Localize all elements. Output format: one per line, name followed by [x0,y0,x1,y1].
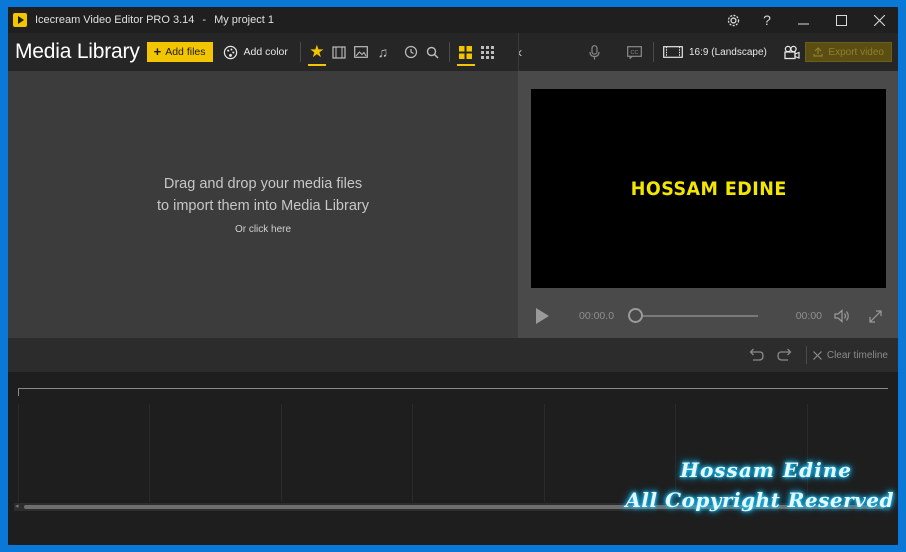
timeline-grid-line [544,404,545,502]
project-title: My project 1 [214,14,274,26]
watermark: Hossam Edine All Copyright Reserved [625,455,894,515]
preview-toolbar: CC 16:9 (Landscape) Export video [518,33,898,71]
add-files-label: Add files [165,46,206,58]
title-bar: Icecream Video Editor PRO 3.14 - My proj… [8,7,898,33]
drop-hint-line2: to import them into Media Library [157,198,369,214]
video-icon[interactable] [328,41,350,63]
microphone-icon[interactable] [583,41,605,63]
help-button[interactable]: ? [750,7,784,33]
timeline-grid-line [149,404,150,502]
clear-x-icon [812,350,822,360]
seek-bar[interactable] [630,315,758,317]
image-icon[interactable] [350,41,372,63]
undo-icon[interactable] [742,343,770,367]
total-time: 00:00 [795,310,822,322]
redo-icon[interactable] [772,343,800,367]
recent-icon[interactable] [400,41,422,63]
gear-icon[interactable] [716,7,750,33]
seek-handle[interactable] [628,308,643,323]
grid-small-icon[interactable] [477,41,499,63]
toolbar-divider [299,42,301,62]
export-icon [813,47,824,57]
search-icon[interactable] [422,41,444,63]
timeline-grid-line [412,404,413,502]
close-button[interactable] [860,7,898,33]
video-title-text: HOSSAM EDINE [630,177,787,200]
timeline-toolbar: Clear timeline [8,338,898,372]
media-library-title: Media Library [15,40,140,63]
timeline-divider [805,346,807,364]
add-color-label: Add color [243,46,288,58]
music-icon[interactable]: ♫ [372,41,394,63]
svg-text:CC: CC [630,50,638,56]
play-icon[interactable] [536,308,549,324]
toolbar-divider [653,42,654,62]
subtitles-icon[interactable]: CC [623,41,645,63]
clear-timeline-button[interactable]: Clear timeline [812,349,888,361]
favorites-star-icon[interactable]: ★ [306,41,328,66]
palette-icon [223,45,237,59]
clear-timeline-label: Clear timeline [826,349,888,361]
plus-icon: + [153,44,162,59]
minimize-button[interactable] [784,7,822,33]
add-files-button[interactable]: + Add files [146,42,213,62]
volume-icon[interactable] [832,305,854,327]
webcam-record-icon[interactable] [781,41,803,63]
current-time: 00:00.0 [579,310,615,322]
export-video-label: Export video [828,46,884,58]
watermark-line2: All Copyright Reserved [625,488,894,512]
preview-panel: HOSSAM EDINE 00:00.0 00:00 [518,71,898,338]
timeline-grid-line [18,404,19,502]
add-color-button[interactable]: Add color [223,45,288,60]
title-separator: - [202,14,207,26]
filmstrip-icon [663,46,683,58]
scroll-left-arrow-icon[interactable]: ◂ [15,503,21,511]
media-drop-zone[interactable]: Drag and drop your media files to import… [8,71,518,338]
app-logo-icon [13,13,27,27]
timeline-ruler [18,388,888,389]
fullscreen-icon[interactable] [864,305,886,327]
maximize-button[interactable] [822,7,860,33]
main-toolbar: Media Library + Add files Add color ★ ♫ [8,33,898,71]
aspect-ratio-selector[interactable]: 16:9 (Landscape) [663,46,767,58]
aspect-ratio-label: 16:9 (Landscape) [689,46,767,58]
video-preview[interactable]: HOSSAM EDINE [531,89,886,288]
timeline-ruler-start-tick [18,388,19,396]
drop-hint-line1: Drag and drop your media files [163,176,363,192]
toolbar-divider [448,42,450,62]
timeline-grid-line [281,404,282,502]
watermark-line1: Hossam Edine [680,458,852,482]
title-controls: ? [716,7,898,33]
export-video-button[interactable]: Export video [805,42,892,62]
player-controls: 00:00.0 00:00 [518,301,898,331]
app-title: Icecream Video Editor PRO 3.14 [35,14,195,26]
grid-large-icon[interactable] [455,41,477,66]
click-here-link[interactable]: Or click here [8,224,518,235]
